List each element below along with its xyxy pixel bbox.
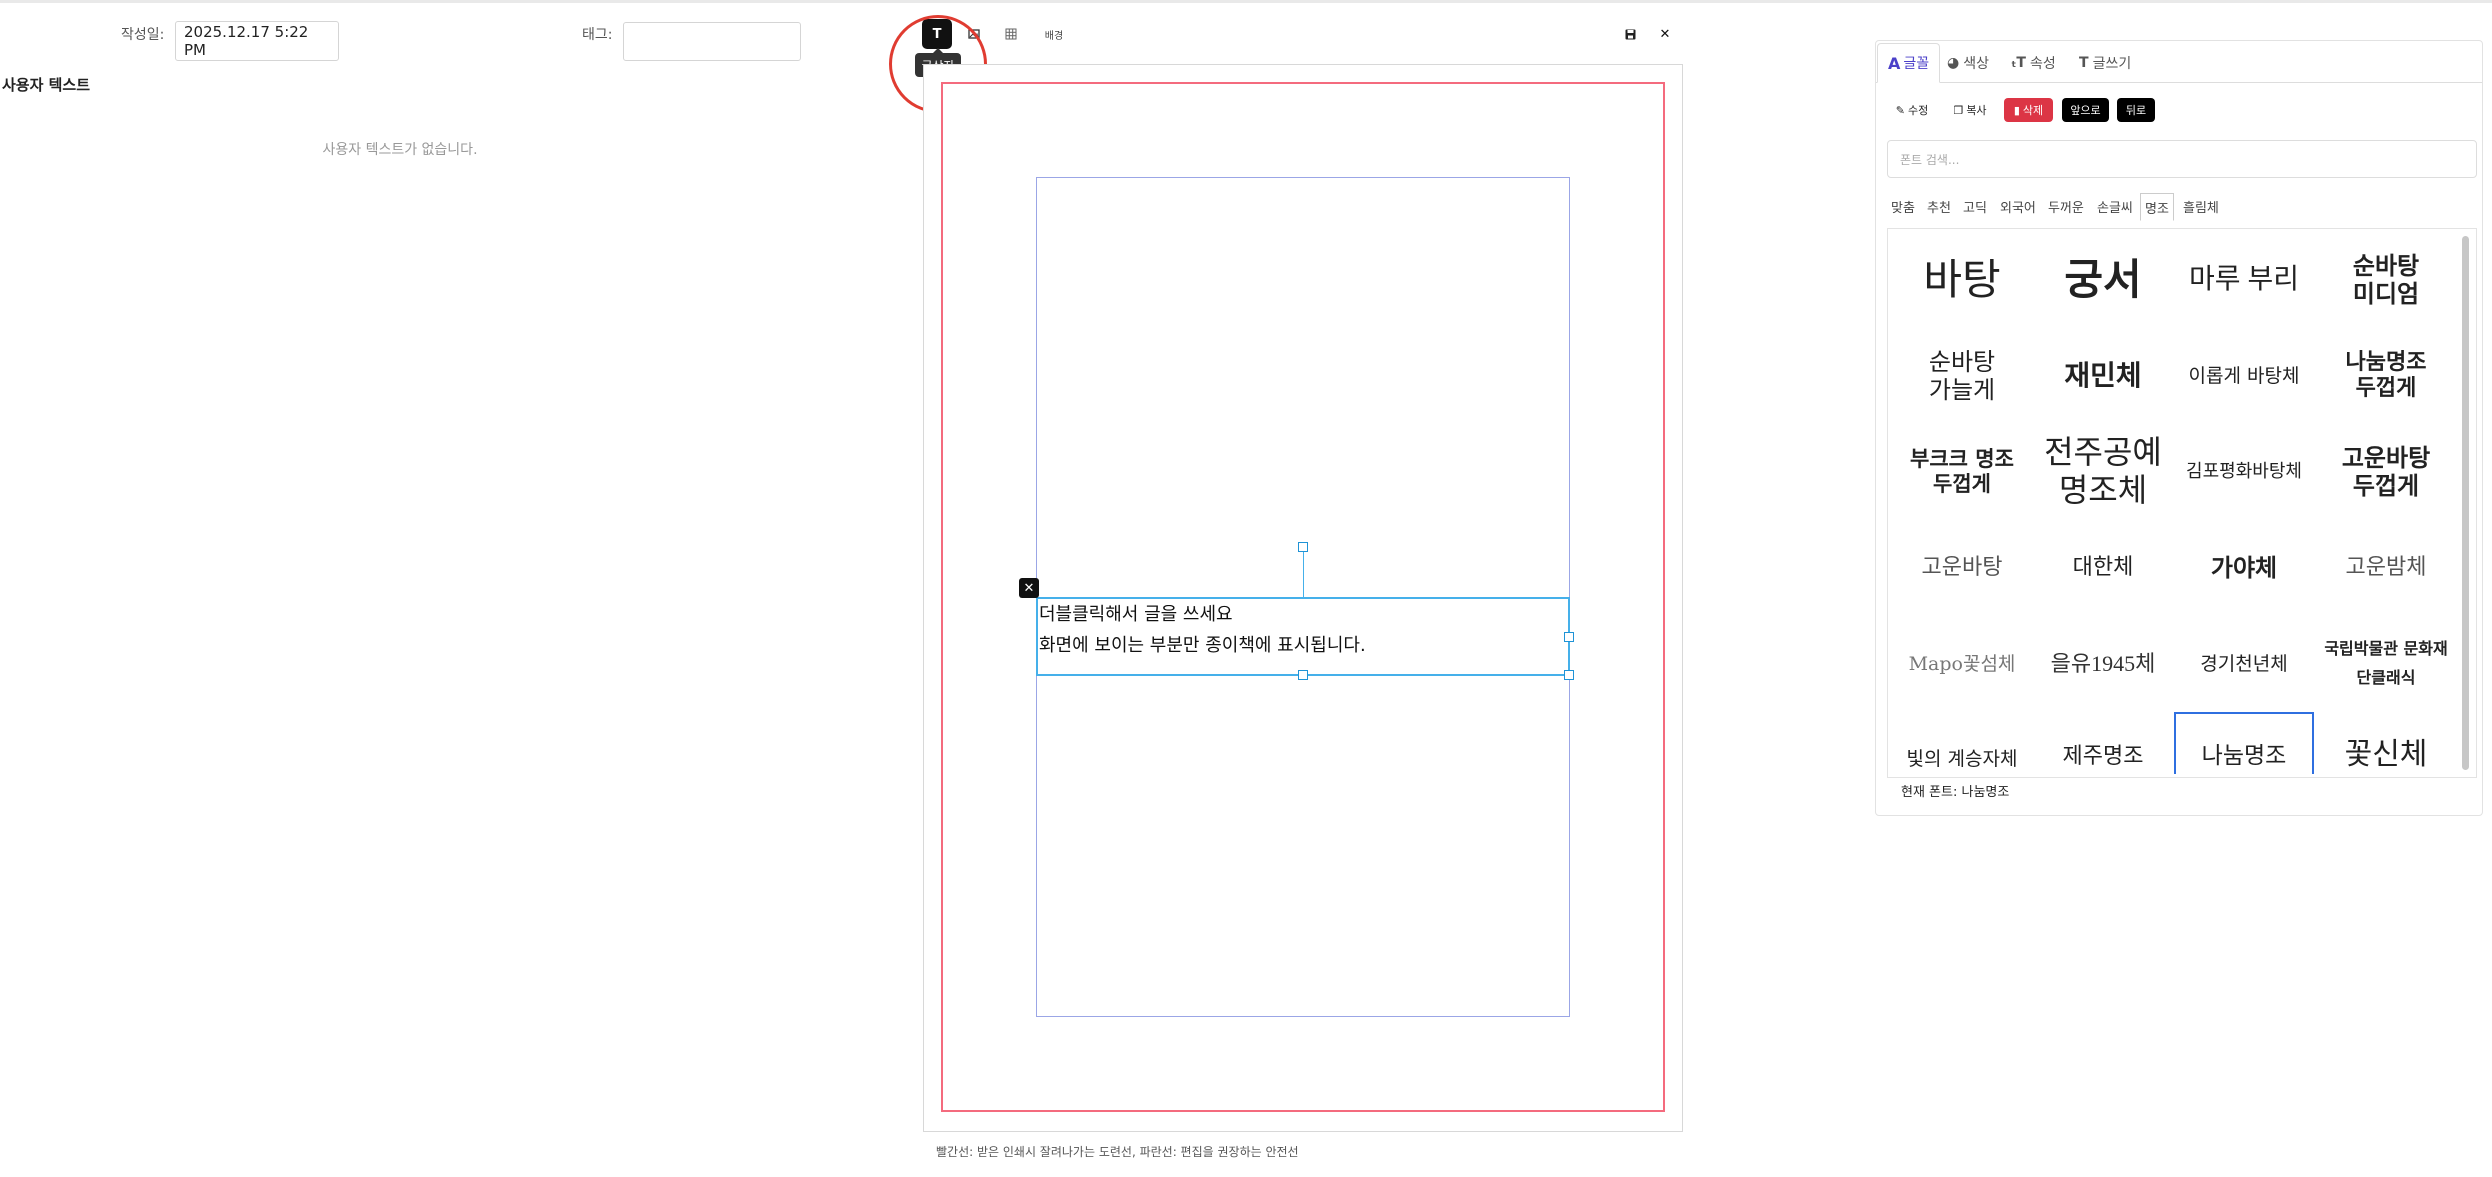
tab-writing-label: 글쓰기 [2092, 56, 2132, 72]
font-option[interactable]: 전주공예 명조체 [2033, 424, 2173, 520]
copy-label: 복사 [1966, 104, 1987, 117]
tab-writing[interactable]: T 글쓰기 [2069, 43, 2141, 83]
text-line-2: 화면에 보이는 부분만 종이책에 표시됩니다. [1039, 635, 1366, 656]
tag-input[interactable] [623, 22, 801, 61]
category-bold[interactable]: 두꺼운 [2048, 193, 2084, 219]
font-tab-icon: A [1888, 53, 1901, 73]
rotate-handle-stem [1303, 552, 1304, 597]
grid-tool-button[interactable] [996, 19, 1026, 49]
text-line-1: 더블클릭해서 글을 쓰세요 [1039, 604, 1233, 625]
font-option[interactable]: 가야체 [2174, 520, 2314, 616]
guide-legend: 빨간선: 받은 인쇄시 잘려나가는 도련선, 파란선: 편집을 권장하는 안전선 [936, 1145, 1299, 1159]
tag-label: 태그: [582, 27, 613, 43]
category-handwriting[interactable]: 손글씨 [2097, 193, 2133, 219]
send-backward-button[interactable]: 뒤로 [2117, 98, 2155, 122]
trash-icon: ▮ [2013, 103, 2020, 117]
font-option[interactable]: 순바탕 미디엄 [2316, 232, 2456, 328]
resize-handle-bottom[interactable] [1298, 670, 1308, 680]
background-button[interactable]: 배경 [1037, 19, 1071, 49]
font-option[interactable]: Mapo꽃섬체 [1892, 616, 2032, 712]
save-icon [1625, 29, 1635, 39]
font-option[interactable]: 빛의 계승자체 [1892, 712, 2032, 774]
font-option[interactable]: 나눔명조 두껍게 [2316, 328, 2456, 424]
delete-label: 삭제 [2022, 104, 2044, 117]
tab-font-label: 글꼴 [1903, 56, 1930, 72]
category-fit[interactable]: 맞춤 [1891, 193, 1915, 219]
copy-button[interactable]: ❐ 복사 [1950, 98, 1990, 122]
grid-icon [1005, 28, 1017, 40]
close-button[interactable]: ✕ [1650, 19, 1680, 49]
tab-properties-label: 속성 [2029, 56, 2056, 72]
resize-handle-corner[interactable] [1564, 670, 1574, 680]
resize-handle-right[interactable] [1564, 632, 1574, 642]
edit-label: 수정 [1907, 104, 1929, 117]
copy-icon: ❐ [1953, 103, 1964, 117]
font-option[interactable]: 궁서 [2033, 232, 2173, 328]
font-option[interactable]: 대한체 [2033, 520, 2173, 616]
font-option[interactable]: 꽃신체 [2316, 712, 2456, 774]
font-option[interactable]: 경기천년체 [2174, 616, 2314, 712]
font-option[interactable]: 바탕 [1892, 232, 2032, 328]
font-option[interactable]: 김포평화바탕체 [2174, 424, 2314, 520]
bring-forward-button[interactable]: 앞으로 [2062, 98, 2109, 122]
date-field[interactable]: 2025.12.17 5:22 PM [175, 21, 339, 61]
font-search-input[interactable]: 폰트 검색... [1887, 140, 2477, 178]
font-option[interactable]: 마루 부리 [2174, 232, 2314, 328]
tab-color[interactable]: ◕ 색상 [1937, 43, 1999, 83]
edit-icon: ✎ [1895, 103, 1905, 117]
top-divider [0, 0, 2492, 3]
font-option[interactable]: 고운바탕 두껍게 [2316, 424, 2456, 520]
text-height-icon: ₜT [2011, 55, 2026, 71]
current-font-label: 현재 폰트: 나눔명조 [1901, 785, 2010, 800]
text-box[interactable]: 더블클릭해서 글을 쓰세요 화면에 보이는 부분만 종이책에 표시됩니다. [1036, 597, 1570, 676]
user-text-empty-message: 사용자 텍스트가 없습니다. [322, 142, 478, 158]
tab-properties[interactable]: ₜT 속성 [2001, 43, 2066, 83]
rotate-handle[interactable] [1298, 542, 1308, 552]
font-option[interactable]: 고운바탕 [1892, 520, 2032, 616]
delete-textbox-button[interactable]: ✕ [1019, 578, 1039, 598]
delete-button[interactable]: ▮ 삭제 [2004, 98, 2053, 122]
font-option[interactable]: 순바탕 가늘게 [1892, 328, 2032, 424]
category-recommended[interactable]: 추천 [1927, 193, 1951, 219]
category-foreign[interactable]: 외국어 [2000, 193, 2036, 219]
tab-font[interactable]: A 글꼴 [1877, 43, 1941, 83]
font-grid-scroll-thumb[interactable] [2462, 236, 2469, 770]
font-option[interactable]: 을유1945체 [2033, 616, 2173, 712]
palette-icon: ◕ [1947, 55, 1960, 71]
category-myeongjo[interactable]: 명조 [2140, 193, 2174, 221]
font-option[interactable]: 고운밤체 [2316, 520, 2456, 616]
text-icon: T [2079, 55, 2089, 71]
user-text-title: 사용자 텍스트 [2, 76, 91, 94]
tab-color-label: 색상 [1963, 56, 1989, 72]
font-option[interactable]: 재민체 [2033, 328, 2173, 424]
date-label: 작성일: [121, 27, 165, 43]
save-button[interactable] [1615, 19, 1645, 49]
font-option-selected[interactable]: 나눔명조 [2174, 712, 2314, 774]
font-option[interactable]: 국립박물관 문화재단클래식 [2316, 616, 2456, 712]
font-option[interactable]: 제주명조 [2033, 712, 2173, 774]
category-cursive[interactable]: 흘림체 [2183, 193, 2219, 219]
edit-button[interactable]: ✎ 수정 [1891, 98, 1933, 122]
font-option[interactable]: 이롭게 바탕체 [2174, 328, 2314, 424]
font-option[interactable]: 부크크 명조 두껍게 [1892, 424, 2032, 520]
category-gothic[interactable]: 고딕 [1963, 193, 1987, 219]
